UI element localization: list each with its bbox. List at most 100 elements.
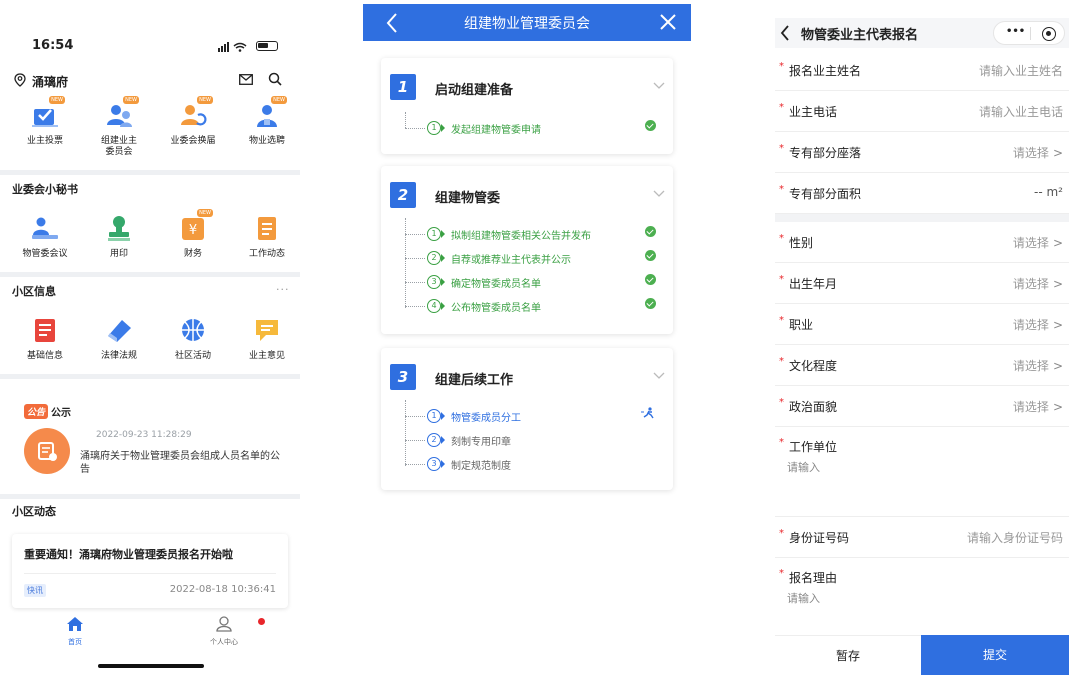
hire-icon: NEW bbox=[251, 96, 287, 130]
committee-setup-screen: 组建物业管理委员会 1 启动组建准备 1 发起组建物管委申请 2 组建物管委 1… bbox=[363, 4, 691, 504]
step-title: 组建后续工作 bbox=[435, 373, 514, 388]
chevron-down-icon[interactable] bbox=[653, 372, 665, 380]
community-name[interactable]: 涌璃府 bbox=[32, 73, 68, 90]
form-row-occupation[interactable]: * 职业 请选择 > bbox=[775, 304, 1069, 345]
feature-law[interactable]: 法律法规 bbox=[86, 315, 152, 362]
tab-home[interactable]: 首页 bbox=[60, 616, 90, 647]
form-area-work-unit[interactable]: * 工作单位 请输入 bbox=[775, 427, 1069, 517]
feature-owner-opinion[interactable]: 业主意见 bbox=[234, 315, 300, 362]
form-row-owner-phone[interactable]: * 业主电话 请输入业主电话 bbox=[775, 91, 1069, 132]
substep-item[interactable]: 2 刻制专用印章 bbox=[405, 432, 673, 450]
notice-tag: 公告 bbox=[24, 404, 49, 419]
user-icon bbox=[216, 616, 232, 632]
change-icon: NEW bbox=[177, 96, 213, 130]
section-divider bbox=[0, 374, 300, 379]
page-title: 物管委业主代表报名 bbox=[801, 28, 919, 43]
step-card-1: 1 启动组建准备 1 发起组建物管委申请 bbox=[381, 58, 673, 154]
feature-work-news[interactable]: 工作动态 bbox=[234, 213, 300, 260]
chevron-down-icon[interactable] bbox=[653, 82, 665, 90]
substep-item[interactable]: 2 自荐或推荐业主代表并公示 bbox=[405, 250, 673, 268]
check-icon bbox=[645, 226, 656, 237]
chevron-right-icon: > bbox=[1052, 318, 1063, 332]
bottom-action-bar: 暂存 提交 bbox=[775, 635, 1069, 675]
substep-item[interactable]: 3 制定规范制度 bbox=[405, 456, 673, 474]
section-gap bbox=[775, 214, 1069, 222]
save-draft-button[interactable]: 暂存 bbox=[775, 635, 921, 675]
check-icon bbox=[645, 250, 656, 261]
substep-item-current[interactable]: 1 物管委成员分工 bbox=[405, 407, 673, 426]
substep-item[interactable]: 3 确定物管委成员名单 bbox=[405, 274, 673, 292]
form-row-owner-name[interactable]: * 报名业主姓名 请输入业主姓名 bbox=[775, 50, 1069, 91]
comment-icon bbox=[251, 315, 283, 345]
notice-text[interactable]: 涌璃府关于物业管理委员会组成人员名单的公告 bbox=[80, 450, 280, 476]
form-area-reason[interactable]: * 报名理由 请输入 bbox=[775, 558, 1069, 630]
check-icon bbox=[645, 274, 656, 285]
work-unit-input[interactable]: 请输入 bbox=[787, 459, 820, 475]
feature-meeting[interactable]: 物管委会议 bbox=[12, 213, 78, 260]
form-row-id-number[interactable]: * 身份证号码 请输入身份证号码 bbox=[775, 517, 1069, 558]
chevron-right-icon: > bbox=[1052, 359, 1063, 373]
news-divider bbox=[24, 573, 276, 574]
chevron-down-icon[interactable] bbox=[653, 190, 665, 198]
top-feature-grid: NEW 业主投票 NEW 组建业主 委员会 NEW 业委会换届 NEW 物业选聘 bbox=[0, 96, 300, 158]
secretary-section-title: 业委会小秘书 bbox=[12, 183, 78, 196]
notification-dot bbox=[258, 618, 265, 625]
step-number: 1 bbox=[390, 74, 416, 100]
feature-activity[interactable]: 社区活动 bbox=[160, 315, 226, 362]
home-screen: 16:54 涌璃府 NEW 业主投票 NEW 组建业主 委员会 NEW 业委会换… bbox=[0, 0, 300, 695]
feature-property-hire[interactable]: NEW 物业选聘 bbox=[234, 96, 300, 158]
check-icon bbox=[645, 298, 656, 309]
check-icon bbox=[645, 120, 656, 131]
feature-committee-change[interactable]: NEW 业委会换届 bbox=[160, 96, 226, 158]
form-row-unit-location[interactable]: * 专有部分座落 请选择 > bbox=[775, 132, 1069, 173]
more-button[interactable]: ··· bbox=[276, 283, 290, 296]
work-news-icon bbox=[251, 213, 283, 243]
news-card[interactable]: 重要通知！涌璃府物业管理委员报名开始啦 快讯 2022-08-18 10:36:… bbox=[12, 534, 288, 608]
notice-header: 公告 公示 bbox=[24, 404, 71, 419]
svg-text:¥: ¥ bbox=[189, 223, 197, 238]
submit-button[interactable]: 提交 bbox=[921, 635, 1069, 675]
more-icon[interactable]: ••• bbox=[1006, 26, 1025, 37]
reason-input[interactable]: 请输入 bbox=[787, 590, 820, 606]
section-divider bbox=[0, 170, 300, 175]
substep-item[interactable]: 1 拟制组建物管委相关公告并发布 bbox=[405, 226, 673, 244]
step-number: 2 bbox=[390, 182, 416, 208]
form-row-birth[interactable]: * 出生年月 请选择 > bbox=[775, 263, 1069, 304]
close-icon[interactable] bbox=[658, 12, 678, 32]
notice-icon bbox=[24, 428, 70, 474]
secretary-grid: 物管委会议 用印 ¥ NEW 财务 工作动态 bbox=[0, 209, 300, 260]
feature-form-committee[interactable]: NEW 组建业主 委员会 bbox=[86, 96, 152, 158]
form-row-education[interactable]: * 文化程度 请选择 > bbox=[775, 345, 1069, 386]
status-bar: 16:54 bbox=[0, 36, 300, 60]
mail-icon[interactable] bbox=[239, 74, 253, 85]
tab-profile[interactable]: 个人中心 bbox=[206, 616, 242, 647]
seal-icon bbox=[103, 213, 135, 243]
step-card-2: 2 组建物管委 1 拟制组建物管委相关公告并发布 2 自荐或推荐业主代表并公示 … bbox=[381, 166, 673, 334]
law-book-icon bbox=[103, 315, 135, 345]
notice-tag-title: 公示 bbox=[51, 408, 72, 419]
feature-seal[interactable]: 用印 bbox=[86, 213, 152, 260]
close-miniprogram-icon[interactable] bbox=[1042, 27, 1056, 41]
back-icon[interactable] bbox=[780, 24, 790, 42]
feature-finance[interactable]: ¥ NEW 财务 bbox=[160, 209, 226, 260]
chevron-right-icon: > bbox=[1052, 277, 1063, 291]
form-row-gender[interactable]: * 性别 请选择 > bbox=[775, 222, 1069, 263]
form-row-unit-area[interactable]: * 专有部分面积 -- m² bbox=[775, 173, 1069, 214]
news-section-title: 小区动态 bbox=[12, 505, 56, 518]
form-row-political[interactable]: * 政治面貌 请选择 > bbox=[775, 386, 1069, 427]
home-indicator bbox=[98, 664, 204, 668]
news-date: 2022-08-18 10:36:41 bbox=[169, 584, 276, 595]
signal-wifi-icon bbox=[218, 42, 247, 52]
substep-item[interactable]: 4 公布物管委成员名单 bbox=[405, 298, 673, 316]
search-icon[interactable] bbox=[268, 72, 282, 86]
page-title: 组建物业管理委员会 bbox=[464, 16, 590, 32]
battery-icon bbox=[256, 41, 278, 51]
feature-owner-vote[interactable]: NEW 业主投票 bbox=[12, 96, 78, 158]
vote-icon: NEW bbox=[29, 96, 65, 130]
substep-item[interactable]: 1 发起组建物管委申请 bbox=[405, 120, 673, 138]
news-tag: 快讯 bbox=[24, 584, 46, 597]
mini-program-capsule: ••• bbox=[993, 21, 1065, 45]
step-title: 启动组建准备 bbox=[435, 83, 514, 98]
feature-basic-info[interactable]: 基础信息 bbox=[12, 315, 78, 362]
step-card-3: 3 组建后续工作 1 物管委成员分工 2 刻制专用印章 3 制定规范制度 bbox=[381, 348, 673, 490]
